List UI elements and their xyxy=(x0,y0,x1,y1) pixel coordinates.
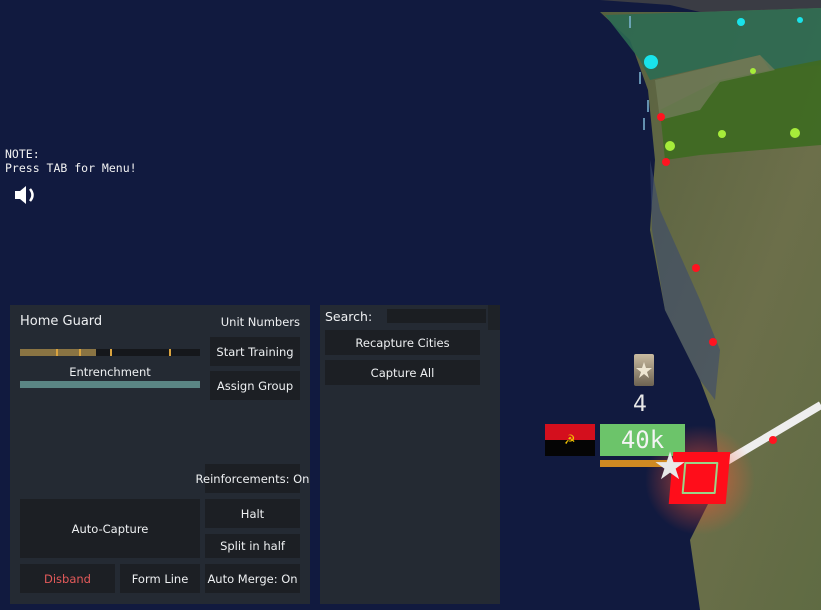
city-marker[interactable] xyxy=(665,141,675,151)
split-in-half-button[interactable]: Split in half xyxy=(205,534,300,558)
training-progress-bar xyxy=(20,349,200,356)
city-marker[interactable] xyxy=(769,436,777,444)
city-marker[interactable] xyxy=(657,113,665,121)
city-marker[interactable] xyxy=(709,338,717,346)
auto-capture-button[interactable]: Auto-Capture xyxy=(20,499,200,558)
unit-numbers-label[interactable]: Unit Numbers xyxy=(221,315,300,329)
city-marker[interactable] xyxy=(797,17,803,23)
scrollbar[interactable] xyxy=(488,305,500,330)
note-message: Press TAB for Menu! xyxy=(5,161,137,175)
disband-button[interactable]: Disband xyxy=(20,564,115,593)
search-input[interactable] xyxy=(387,309,486,323)
auto-merge-toggle[interactable]: Auto Merge: On xyxy=(205,564,300,593)
city-marker[interactable] xyxy=(790,128,800,138)
training-milestone-tick xyxy=(110,349,112,356)
white-star-icon: ★ xyxy=(653,444,688,488)
training-milestone-tick xyxy=(56,349,58,356)
city-marker[interactable] xyxy=(662,158,670,166)
form-line-button[interactable]: Form Line xyxy=(120,564,200,593)
training-milestone-tick xyxy=(79,349,82,356)
note-title: NOTE: xyxy=(5,147,40,161)
recapture-cities-button[interactable]: Recapture Cities xyxy=(325,330,480,355)
assign-group-button[interactable]: Assign Group xyxy=(210,371,300,400)
entrenchment-fill xyxy=(20,381,200,388)
capture-all-button[interactable]: Capture All xyxy=(325,360,480,385)
city-marker[interactable] xyxy=(737,18,745,26)
city-marker[interactable] xyxy=(644,55,658,69)
action-panel: Search: Recapture Cities Capture All xyxy=(320,305,500,604)
entrenchment-bar xyxy=(20,381,200,388)
unit-count: 4 xyxy=(633,392,647,417)
halt-button[interactable]: Halt xyxy=(205,499,300,528)
start-training-button[interactable]: Start Training xyxy=(210,337,300,366)
city-marker[interactable] xyxy=(692,264,700,272)
unit-panel: Home Guard Unit Numbers Entrenchment Sta… xyxy=(10,305,310,604)
note-text: NOTE: Press TAB for Menu! xyxy=(5,147,137,175)
speaker-icon[interactable] xyxy=(13,183,39,207)
training-milestone-tick xyxy=(169,349,172,356)
city-marker[interactable] xyxy=(750,68,756,74)
angola-flag-icon: ☭ xyxy=(545,424,595,456)
entrenchment-label: Entrenchment xyxy=(69,365,151,379)
reinforcements-toggle[interactable]: Reinforcements: On xyxy=(196,464,309,493)
unit-name: Home Guard xyxy=(20,314,103,329)
unit-marker[interactable]: 4 ☭ 40k ★ xyxy=(545,352,735,512)
rank-star-insignia-icon xyxy=(634,354,654,386)
city-marker[interactable] xyxy=(718,130,726,138)
search-label: Search: xyxy=(325,309,373,324)
